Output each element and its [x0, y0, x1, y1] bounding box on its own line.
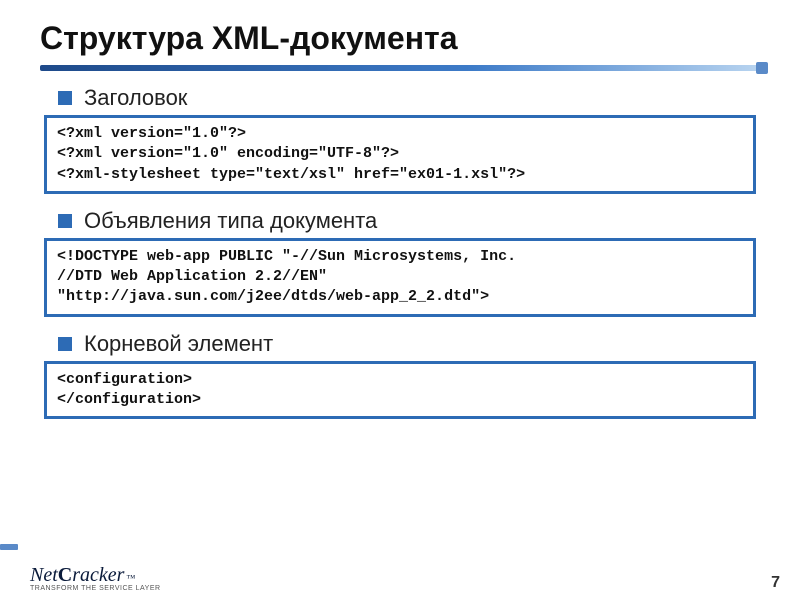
slide: Структура XML-документа Заголовок <?xml … — [0, 0, 800, 600]
code-box-1: <?xml version="1.0"?> <?xml version="1.0… — [44, 115, 756, 194]
logo-text-c: C — [58, 564, 72, 587]
section-label-1: Заголовок — [84, 85, 187, 111]
bullet-row: Объявления типа документа — [58, 208, 760, 234]
footer-accent — [0, 544, 18, 550]
logo-text-net: Net — [30, 564, 58, 587]
logo-tm: ™ — [126, 573, 135, 583]
logo: NetCracker™ TRANSFORM THE SERVICE LAYER — [30, 564, 161, 592]
logo-main: NetCracker™ — [30, 564, 161, 587]
title-divider — [40, 65, 760, 71]
bullet-row: Корневой элемент — [58, 331, 760, 357]
bullet-row: Заголовок — [58, 85, 760, 111]
bullet-icon — [58, 214, 72, 228]
page-number: 7 — [771, 574, 780, 592]
footer: NetCracker™ TRANSFORM THE SERVICE LAYER … — [0, 564, 800, 592]
code-box-3: <configuration> </configuration> — [44, 361, 756, 420]
section-label-3: Корневой элемент — [84, 331, 273, 357]
code-box-2: <!DOCTYPE web-app PUBLIC "-//Sun Microsy… — [44, 238, 756, 317]
slide-title: Структура XML-документа — [40, 20, 760, 57]
section-label-2: Объявления типа документа — [84, 208, 377, 234]
logo-tagline: TRANSFORM THE SERVICE LAYER — [30, 585, 161, 592]
bullet-icon — [58, 337, 72, 351]
bullet-icon — [58, 91, 72, 105]
logo-text-racker: racker — [72, 564, 124, 587]
